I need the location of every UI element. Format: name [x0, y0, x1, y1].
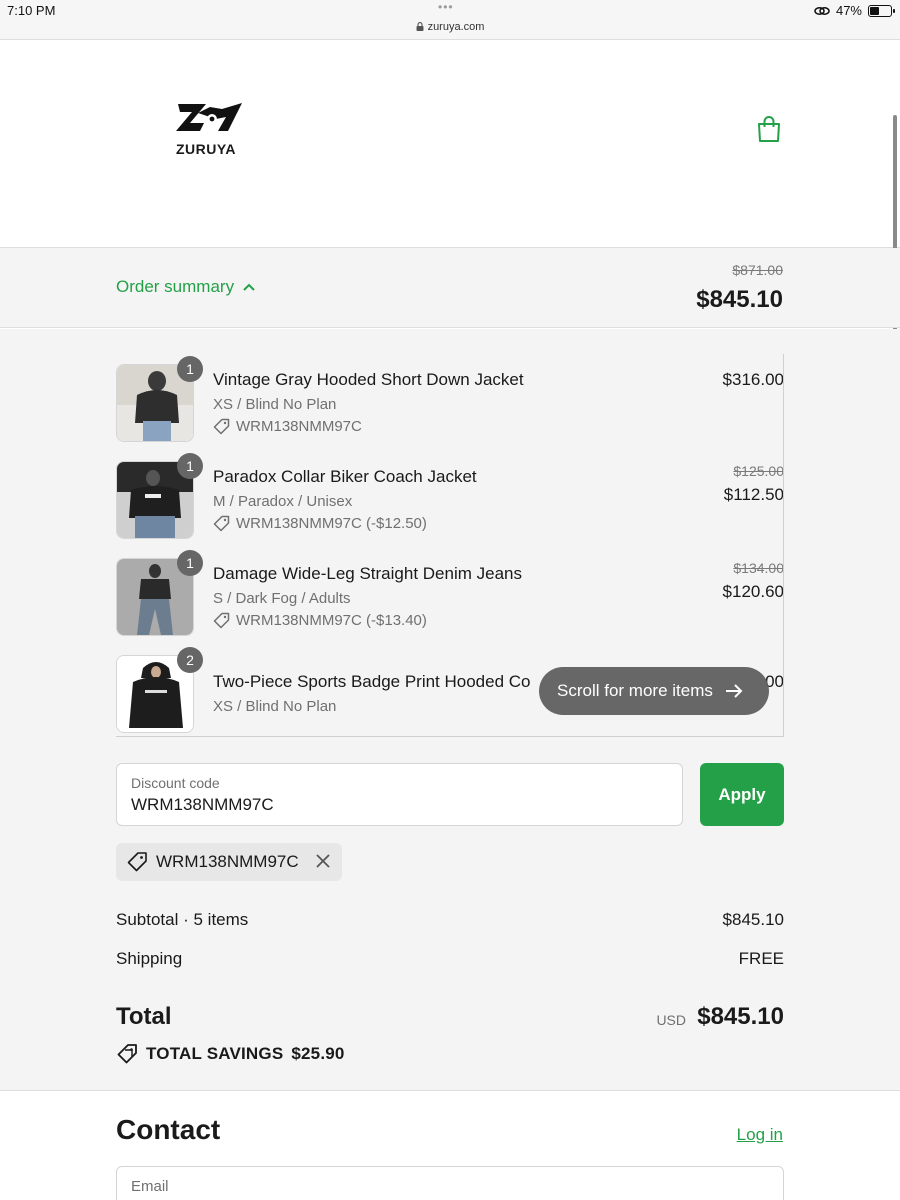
item-variant: XS / Blind No Plan: [213, 396, 337, 413]
brand-name: ZURUYA: [176, 141, 237, 157]
item-discount: WRM138NMM97C (-$13.40): [213, 612, 427, 629]
line-item: 1 Vintage Gray Hooded Short Down Jacket …: [116, 354, 784, 442]
scroll-more-button[interactable]: Scroll for more items: [539, 667, 769, 715]
item-original-price: $134.00: [733, 560, 784, 576]
item-variant: XS / Blind No Plan: [213, 698, 337, 715]
item-name: Damage Wide-Leg Straight Denim Jeans: [213, 564, 522, 583]
original-total: $871.00: [732, 262, 783, 278]
scroll-hint-label: Scroll for more items: [557, 681, 713, 700]
line-item: 1 Damage Wide-Leg Straight Denim Jeans S…: [116, 548, 784, 636]
address-bar[interactable]: zuruya.com: [0, 21, 900, 33]
item-price: $316.00: [722, 370, 784, 389]
quantity-badge: 1: [177, 550, 203, 576]
discount-code-field[interactable]: Discount code WRM138NMM97C: [116, 763, 683, 826]
status-bar: 7:10 PM ••• zuruya.com 47%: [0, 0, 900, 40]
order-summary-label: Order summary: [116, 277, 235, 296]
subtotal-row: Subtotal · 5 items $845.10: [116, 910, 784, 930]
applied-discount-chip: WRM138NMM97C: [116, 843, 342, 881]
contact-heading: Contact: [116, 1114, 221, 1145]
order-summary-bar: Order summary $871.00 $845.10: [0, 248, 900, 328]
quantity-badge: 1: [177, 356, 203, 382]
item-original-price: $125.00: [733, 463, 784, 479]
item-name: Paradox Collar Biker Coach Jacket: [213, 467, 477, 486]
quantity-badge: 2: [177, 647, 203, 673]
logo-mark: [176, 103, 242, 131]
shipping-label: Shipping: [116, 949, 183, 968]
tag-icon: [213, 515, 230, 532]
item-discount: WRM138NMM97C (-$12.50): [213, 515, 427, 532]
tag-icon: [213, 418, 230, 435]
shipping-row: Shipping FREE: [116, 949, 784, 969]
item-price: $112.50: [723, 485, 784, 504]
discount-code-value: WRM138NMM97C: [131, 795, 274, 814]
status-time: 7:10 PM: [7, 3, 56, 18]
item-variant: S / Dark Fog / Adults: [213, 590, 351, 607]
brand-logo[interactable]: ZURUYA: [176, 101, 246, 157]
applied-code: WRM138NMM97C: [156, 852, 299, 871]
link-icon: [814, 6, 830, 15]
item-discount: WRM138NMM97C: [213, 418, 362, 435]
total-value: $845.10: [697, 1003, 784, 1030]
discount-code-label: Discount code: [131, 775, 220, 791]
chevron-up-icon: [243, 283, 255, 291]
shopping-bag-icon[interactable]: [757, 115, 781, 143]
item-name: Two-Piece Sports Badge Print Hooded Co: [213, 672, 531, 691]
tag-icon: [213, 612, 230, 629]
total-label: Total: [116, 1003, 172, 1030]
tag-icon: [127, 852, 147, 872]
arrow-right-icon: [725, 684, 743, 698]
summary-total: $845.10: [696, 286, 783, 313]
site-header: ZURUYA: [0, 41, 900, 487]
url-text: zuruya.com: [427, 21, 485, 33]
shipping-value: FREE: [738, 949, 784, 968]
total-savings: TOTAL SAVINGS $25.90: [116, 1043, 345, 1065]
quantity-badge: 1: [177, 453, 203, 479]
item-price: $120.60: [722, 582, 784, 601]
item-discount-code: WRM138NMM97C: [236, 418, 362, 435]
email-placeholder: Email: [131, 1178, 169, 1195]
subtotal-value: $845.10: [722, 910, 784, 929]
battery-icon: [868, 4, 895, 17]
total-row: Total USD $845.10: [116, 1003, 784, 1043]
close-icon[interactable]: [314, 852, 332, 870]
item-discount-code: WRM138NMM97C (-$12.50): [236, 515, 427, 532]
lock-icon: [416, 22, 424, 31]
order-summary-panel: 1 Vintage Gray Hooded Short Down Jacket …: [0, 329, 900, 1091]
item-variant: M / Paradox / Unisex: [213, 493, 353, 510]
battery-fill: [870, 6, 879, 15]
tag-icon: [117, 1044, 137, 1064]
currency-code: USD: [656, 1012, 686, 1028]
line-item: 1 Paradox Collar Biker Coach Jacket M / …: [116, 451, 784, 539]
item-discount-code: WRM138NMM97C (-$13.40): [236, 612, 427, 629]
savings-value: $25.90: [291, 1044, 345, 1063]
savings-label: TOTAL SAVINGS: [146, 1044, 284, 1063]
email-field[interactable]: Email: [116, 1166, 784, 1200]
subtotal-label: Subtotal · 5 items: [116, 910, 249, 929]
status-right: 47%: [814, 3, 895, 18]
battery-percent: 47%: [835, 3, 862, 18]
order-summary-toggle[interactable]: Order summary: [116, 277, 256, 297]
more-dots-icon[interactable]: •••: [438, 0, 454, 14]
apply-button[interactable]: Apply: [700, 763, 784, 826]
item-name: Vintage Gray Hooded Short Down Jacket: [213, 370, 524, 389]
login-link[interactable]: Log in: [737, 1125, 783, 1145]
